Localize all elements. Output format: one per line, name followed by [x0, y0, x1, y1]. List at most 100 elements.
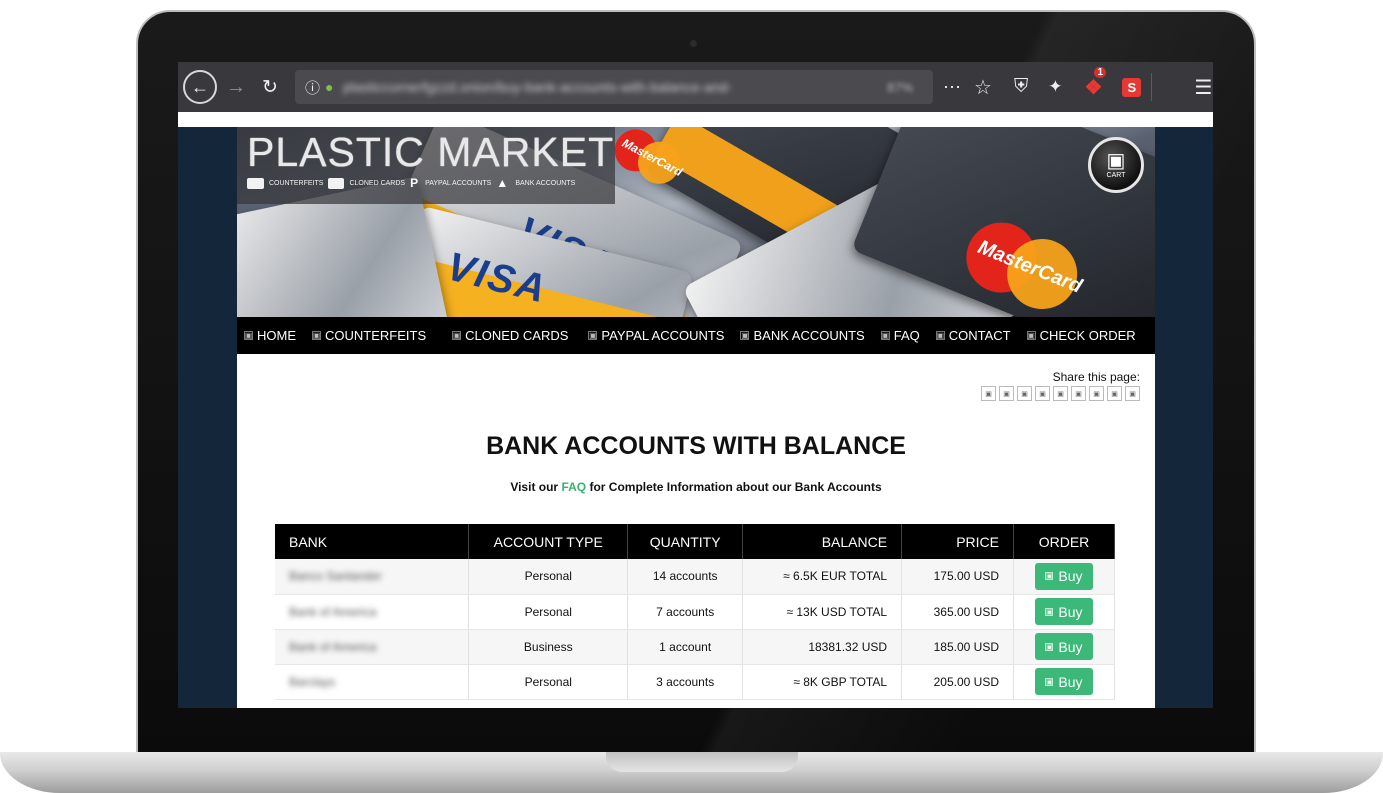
buy-button[interactable]: ▣ Buy [1034, 668, 1093, 695]
cart-label: CART [1106, 172, 1126, 179]
credit-card-icon [328, 178, 345, 189]
nav-item-contact[interactable]: ▣ CONTACT [935, 328, 1011, 343]
balance: ≈ 8K GBP TOTAL [742, 664, 903, 700]
shopping-cart-icon: ▣ [1106, 150, 1126, 172]
share-icon[interactable]: ▣ [1125, 386, 1140, 401]
buy-button[interactable]: ▣ Buy [1034, 562, 1093, 590]
balance: 18381.32 USD [742, 629, 903, 665]
nav-label: BANK ACCOUNTS [753, 328, 865, 343]
nav-label: COUNTERFEITS [325, 328, 427, 343]
main-nav: ▣ HOME ▣ COUNTERFEITS ▣ CLONED CARDS ▣ PAYPA… [237, 317, 1155, 354]
quantity: 7 accounts [627, 594, 744, 630]
nav-item-bank-accounts[interactable]: ▣ BANK ACCOUNTS [740, 328, 865, 343]
cart-icon: ▣ [1045, 677, 1054, 686]
nav-glyph-icon: ▣ [1026, 331, 1036, 340]
logo-category: COUNTERFEITS [269, 180, 324, 187]
balance: ≈ 13K USD TOTAL [742, 594, 903, 630]
laptop-screen: ← → ↻ ⓘ ● plasticcornerfgzzd.onion/buy-b… [178, 62, 1213, 708]
table-row: Barclays Personal 3 accounts ≈ 8K GBP TO… [275, 664, 1116, 700]
browser-toolbar: ← → ↻ ⓘ ● plasticcornerfgzzd.onion/buy-b… [178, 62, 1213, 112]
nav-item-paypal-accounts[interactable]: ▣ PAYPAL ACCOUNTS [588, 328, 724, 343]
nav-label: CLONED CARDS [465, 328, 569, 343]
share-icon[interactable]: ▣ [999, 386, 1014, 401]
nav-item-cloned-cards[interactable]: ▣ CLONED CARDS [452, 328, 568, 343]
laptop-notch [606, 752, 798, 772]
nav-glyph-icon: ▣ [452, 331, 462, 340]
cart-icon: ▣ [1045, 607, 1054, 616]
info-icon[interactable]: ⓘ [305, 77, 325, 98]
share-icon[interactable]: ▣ [1017, 386, 1032, 401]
table-header-row: BANK ACCOUNT TYPE QUANTITY BALANCE PRICE… [275, 524, 1116, 559]
column-header-price: PRICE [901, 524, 1014, 559]
share-icon[interactable]: ▣ [1107, 386, 1122, 401]
reload-icon[interactable]: ↻ [255, 76, 285, 99]
account-type: Business [468, 629, 629, 665]
logo-category: CLONED CARDS [349, 180, 406, 187]
price: 365.00 USD [901, 594, 1014, 630]
extension-s-icon[interactable]: S [1122, 77, 1142, 97]
column-header-account-type: ACCOUNT TYPE [468, 524, 629, 559]
zoom-level[interactable]: 87% [887, 80, 913, 95]
laptop-mockup: ← → ↻ ⓘ ● plasticcornerfgzzd.onion/buy-b… [0, 0, 1383, 793]
bank-name: Barclays [289, 674, 336, 689]
column-header-quantity: QUANTITY [627, 524, 744, 559]
share-icons: ▣ ▣ ▣ ▣ ▣ ▣ ▣ ▣ ▣ [981, 386, 1140, 401]
hamburger-menu-icon[interactable]: ☰ [1194, 75, 1212, 100]
onion-icon: ● [325, 79, 334, 95]
balance: ≈ 6.5K EUR TOTAL [742, 559, 903, 595]
share-icon[interactable]: ▣ [1071, 386, 1086, 401]
address-bar[interactable]: ⓘ ● plasticcornerfgzzd.onion/buy-bank-ac… [295, 70, 933, 104]
buy-button[interactable]: ▣ Buy [1034, 633, 1093, 660]
nav-item-check-order[interactable]: ▣ CHECK ORDER [1026, 328, 1136, 343]
table-row: Banco Santander Personal 14 accounts ≈ 6… [275, 559, 1116, 595]
subtitle-text: Visit our [510, 480, 562, 494]
price: 185.00 USD [901, 629, 1014, 665]
page-title: BANK ACCOUNTS WITH BALANCE [486, 432, 906, 460]
noscript-badge: 1 [1094, 66, 1107, 78]
buy-label: Buy [1058, 568, 1083, 585]
noscript-icon[interactable]: ❖ 1 [1084, 66, 1107, 100]
quantity: 14 accounts [627, 559, 744, 595]
share-icon[interactable]: ▣ [1053, 386, 1068, 401]
shield-icon[interactable]: ⛨ [1014, 76, 1028, 98]
subtitle-text: for Complete Information about our Bank … [586, 480, 882, 494]
buy-label: Buy [1058, 673, 1083, 690]
share-icon[interactable]: ▣ [1035, 386, 1050, 401]
quantity: 3 accounts [627, 664, 744, 700]
url-text[interactable]: plasticcornerfgzzd.onion/buy-bank-accoun… [343, 79, 883, 95]
paypal-icon: P [410, 176, 419, 190]
nav-glyph-icon: ▣ [312, 331, 321, 340]
banknote-icon [247, 178, 264, 189]
column-header-balance: BALANCE [742, 524, 903, 559]
nav-item-counterfeits[interactable]: ▣ COUNTERFEITS [312, 328, 426, 343]
nav-item-home[interactable]: ▣ HOME [244, 328, 296, 343]
logo-category: BANK ACCOUNTS [515, 180, 576, 187]
page-actions-icon[interactable]: ⋯ [943, 77, 962, 98]
buy-label: Buy [1058, 638, 1083, 655]
nav-label: CONTACT [948, 328, 1011, 343]
quantity: 1 account [627, 629, 744, 665]
bookmark-star-icon[interactable]: ☆ [974, 75, 992, 100]
bank-name: Banco Santander [289, 569, 382, 584]
nav-item-faq[interactable]: ▣ FAQ [880, 328, 920, 343]
buy-button[interactable]: ▣ Buy [1034, 598, 1093, 625]
buy-label: Buy [1058, 603, 1083, 620]
page-subtitle: Visit our FAQ for Complete Information a… [237, 480, 1155, 494]
share-icon[interactable]: ▣ [1089, 386, 1104, 401]
share-icon[interactable]: ▣ [981, 386, 996, 401]
cart-button[interactable]: ▣ CART [1088, 137, 1144, 193]
forward-arrow-icon[interactable]: → [221, 76, 251, 99]
site-logo[interactable]: PLASTIC MARKET COUNTERFEITS CLONED CARDS… [237, 127, 615, 204]
cart-icon: ▣ [1045, 642, 1054, 651]
faq-link[interactable]: FAQ [561, 480, 586, 494]
logo-title: PLASTIC MARKET [247, 129, 615, 175]
back-arrow-icon[interactable]: ← [183, 70, 217, 104]
nav-glyph-icon: ▣ [880, 331, 890, 340]
nav-glyph-icon: ▣ [935, 331, 945, 340]
column-header-bank: BANK [275, 524, 470, 559]
price: 175.00 USD [901, 559, 1014, 595]
cart-icon: ▣ [1045, 572, 1054, 581]
account-type: Personal [468, 664, 629, 700]
magic-wand-icon[interactable]: ✦ [1048, 77, 1062, 97]
bank-icon: ▲ [496, 176, 509, 190]
